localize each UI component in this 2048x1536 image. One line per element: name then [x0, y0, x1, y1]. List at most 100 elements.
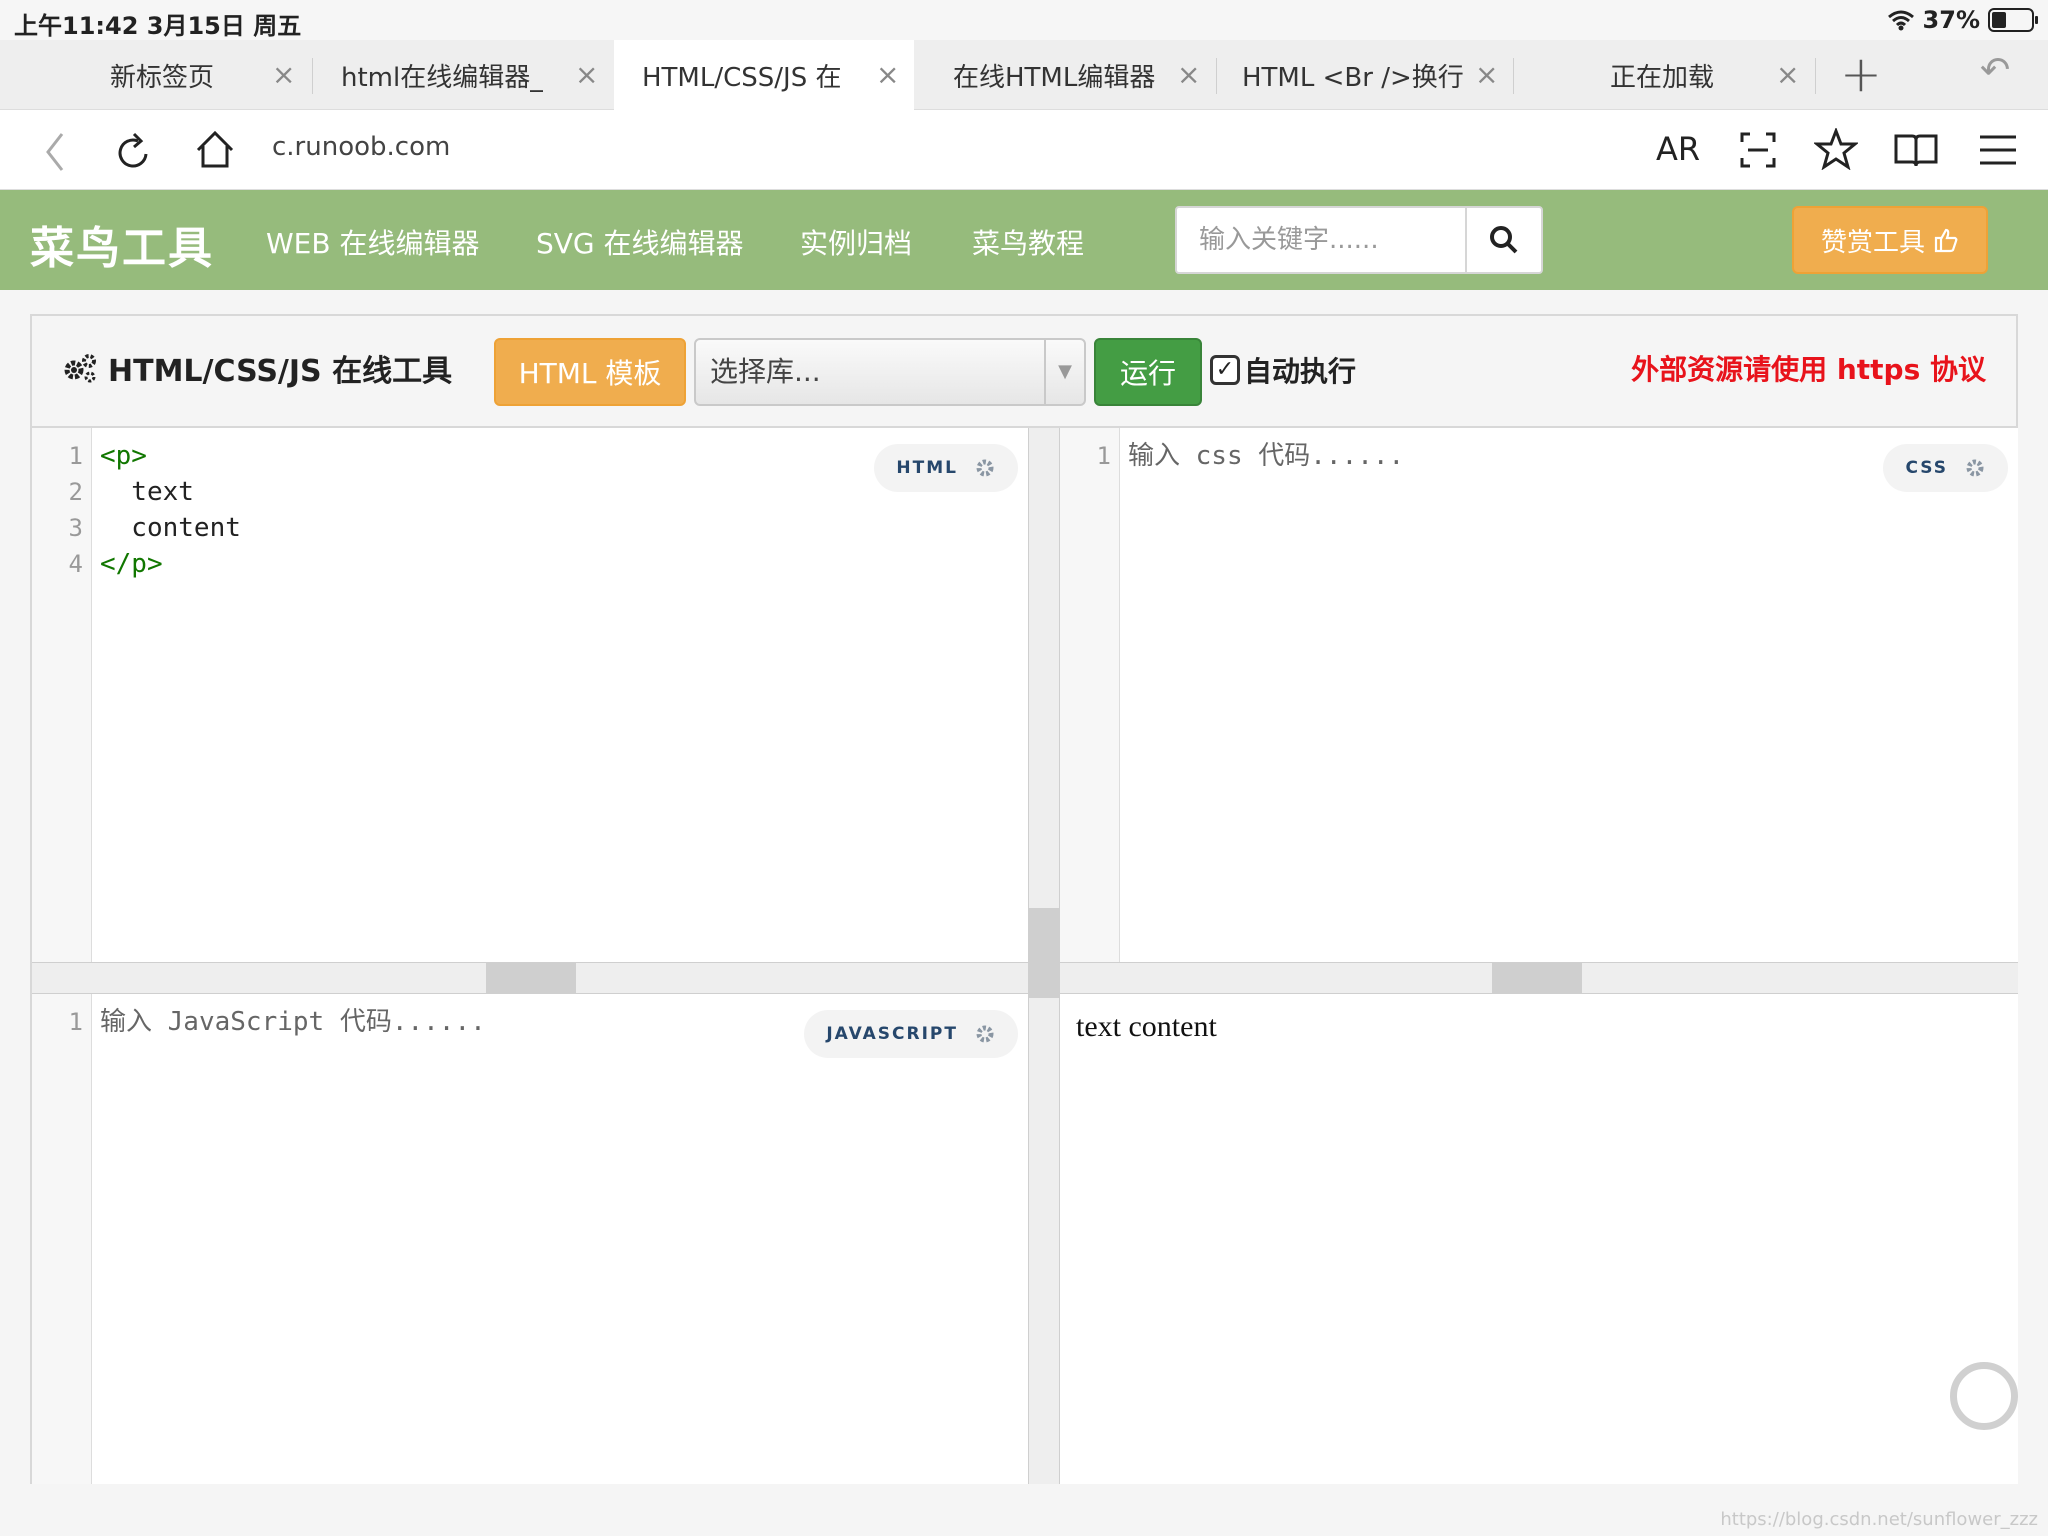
- tab-close-icon[interactable]: ×: [1776, 58, 1799, 91]
- battery-percent: 37%: [1922, 6, 1980, 34]
- js-placeholder: 输入 JavaScript 代码......: [100, 1007, 486, 1037]
- search-input[interactable]: [1177, 208, 1467, 272]
- reload-icon[interactable]: [114, 130, 154, 174]
- library-select-value: 选择库...: [710, 355, 821, 388]
- tab-title: HTML <Br />换行: [1242, 62, 1464, 93]
- code-line: </p>: [100, 549, 163, 579]
- html-editor[interactable]: 1 2 3 4 <p> text content </p> HTML: [32, 428, 1028, 962]
- tab-close-icon[interactable]: ×: [1475, 58, 1498, 91]
- mode-label: HTML: [896, 458, 958, 478]
- browser-tab[interactable]: html在线编辑器_ ×: [313, 40, 613, 110]
- status-right: 37%: [1887, 6, 2038, 34]
- loading-circle-icon: [1950, 1362, 2018, 1430]
- line-number-gutter: 1: [32, 994, 92, 1484]
- horizontal-splitter[interactable]: [1060, 962, 2018, 994]
- url-field[interactable]: c.runoob.com: [272, 132, 450, 162]
- tab-title: 新标签页: [110, 62, 215, 93]
- library-select[interactable]: 选择库... ▼: [694, 338, 1086, 406]
- url-bar: c.runoob.com AR: [0, 110, 2048, 190]
- line-number: 2: [68, 478, 83, 506]
- line-number-gutter: 1 2 3 4: [32, 428, 92, 962]
- browser-tab[interactable]: 新标签页 ×: [0, 40, 310, 110]
- line-number: 1: [68, 442, 83, 470]
- run-button[interactable]: 运行: [1094, 338, 1202, 406]
- sponsor-button[interactable]: 赞赏工具: [1792, 206, 1988, 274]
- gear-icon[interactable]: [1964, 457, 1986, 479]
- tab-title: 在线HTML编辑器: [953, 62, 1156, 93]
- html-code[interactable]: <p> text content </p>: [100, 438, 241, 582]
- status-time-date: 上午11:42 3月15日 周五: [14, 12, 302, 40]
- back-icon[interactable]: [40, 130, 70, 174]
- browser-tab[interactable]: 在线HTML编辑器 ×: [915, 40, 1215, 110]
- css-placeholder: 输入 css 代码......: [1128, 441, 1405, 471]
- tab-title: html在线编辑器_: [341, 62, 544, 93]
- mode-label: JAVASCRIPT: [826, 1024, 958, 1044]
- splitter-grip[interactable]: [486, 963, 576, 993]
- online-tool-panel: HTML/CSS/JS 在线工具 HTML 模板 选择库... ▼ 运行 ✓ 自…: [30, 314, 2018, 1484]
- nav-tutorial[interactable]: 菜鸟教程: [972, 222, 1084, 262]
- wifi-icon: [1887, 10, 1914, 31]
- tool-toolbar: HTML/CSS/JS 在线工具 HTML 模板 选择库... ▼ 运行 ✓ 自…: [32, 316, 2016, 428]
- search-box: [1175, 206, 1543, 274]
- site-logo[interactable]: 菜鸟工具: [30, 212, 214, 276]
- autorun-checkbox[interactable]: ✓: [1210, 355, 1240, 385]
- gear-icon[interactable]: [974, 1023, 996, 1045]
- tool-title: HTML/CSS/JS 在线工具: [62, 346, 452, 390]
- result-preview: text content: [1060, 994, 2018, 1484]
- css-code[interactable]: 输入 css 代码......: [1128, 438, 1404, 474]
- css-mode-badge[interactable]: CSS: [1883, 444, 2008, 492]
- tab-title: HTML/CSS/JS 在: [642, 62, 842, 93]
- https-notice: 外部资源请使用 https 协议: [1631, 353, 1986, 386]
- code-line: content: [100, 513, 241, 543]
- css-editor[interactable]: 1 输入 css 代码...... CSS: [1060, 428, 2018, 962]
- sponsor-label: 赞赏工具: [1820, 227, 1925, 258]
- autorun-option[interactable]: ✓ 自动执行: [1210, 350, 1356, 390]
- battery-icon: [1988, 8, 2038, 32]
- watermark: https://blog.csdn.net/sunflower_zzz: [1720, 1509, 2038, 1530]
- horizontal-splitter[interactable]: [32, 962, 1028, 994]
- search-button[interactable]: [1465, 208, 1541, 272]
- html-mode-badge[interactable]: HTML: [874, 444, 1018, 492]
- result-text: text content: [1076, 1010, 1217, 1043]
- browser-tab[interactable]: 正在加载 ×: [1514, 40, 1814, 110]
- vertical-splitter[interactable]: [1028, 428, 1060, 1484]
- line-number: 1: [68, 1008, 83, 1036]
- ar-button[interactable]: AR: [1656, 130, 1700, 168]
- splitter-grip[interactable]: [1492, 963, 1582, 993]
- dropdown-arrow-icon: ▼: [1044, 340, 1084, 404]
- tool-title-text: HTML/CSS/JS 在线工具: [108, 354, 453, 389]
- tab-close-icon[interactable]: ×: [272, 58, 295, 91]
- html-template-button[interactable]: HTML 模板: [494, 338, 686, 406]
- menu-icon[interactable]: [1978, 134, 2018, 166]
- gear-icon[interactable]: [974, 457, 996, 479]
- line-number: 4: [68, 550, 83, 578]
- scan-icon[interactable]: [1740, 132, 1776, 168]
- line-number-gutter: 1: [1060, 428, 1120, 962]
- thumbs-up-icon: [1934, 228, 1958, 253]
- splitter-grip[interactable]: [1029, 908, 1059, 998]
- nav-examples[interactable]: 实例归档: [800, 222, 912, 262]
- site-header: 菜鸟工具 WEB 在线编辑器 SVG 在线编辑器 实例归档 菜鸟教程 赞赏工具: [0, 190, 2048, 290]
- js-mode-badge[interactable]: JAVASCRIPT: [804, 1010, 1018, 1058]
- js-editor[interactable]: 1 输入 JavaScript 代码...... JAVASCRIPT: [32, 994, 1028, 1484]
- home-icon[interactable]: [194, 128, 236, 172]
- nav-web-editor[interactable]: WEB 在线编辑器: [266, 222, 480, 262]
- nav-svg-editor[interactable]: SVG 在线编辑器: [536, 222, 744, 262]
- new-tab-icon[interactable]: +: [1840, 46, 1882, 102]
- search-icon: [1490, 226, 1518, 254]
- line-number: 1: [1096, 442, 1111, 470]
- undo-close-tab-icon[interactable]: ↶: [1980, 50, 2010, 91]
- autorun-label: 自动执行: [1244, 355, 1357, 388]
- reading-mode-icon[interactable]: [1894, 132, 1938, 168]
- code-line: <p>: [100, 441, 147, 471]
- bookmark-star-icon[interactable]: [1814, 128, 1858, 170]
- js-code[interactable]: 输入 JavaScript 代码......: [100, 1004, 486, 1040]
- browser-tab-active[interactable]: HTML/CSS/JS 在 ×: [614, 40, 914, 110]
- tab-close-icon[interactable]: ×: [1177, 58, 1200, 91]
- gears-icon: [64, 354, 96, 383]
- tab-close-icon[interactable]: ×: [575, 58, 598, 91]
- line-number: 3: [68, 514, 83, 542]
- browser-tab-bar: 新标签页 × html在线编辑器_ × HTML/CSS/JS 在 × 在线HT…: [0, 40, 2048, 110]
- browser-tab[interactable]: HTML <Br />换行 ×: [1217, 40, 1512, 110]
- tab-close-icon[interactable]: ×: [876, 58, 899, 91]
